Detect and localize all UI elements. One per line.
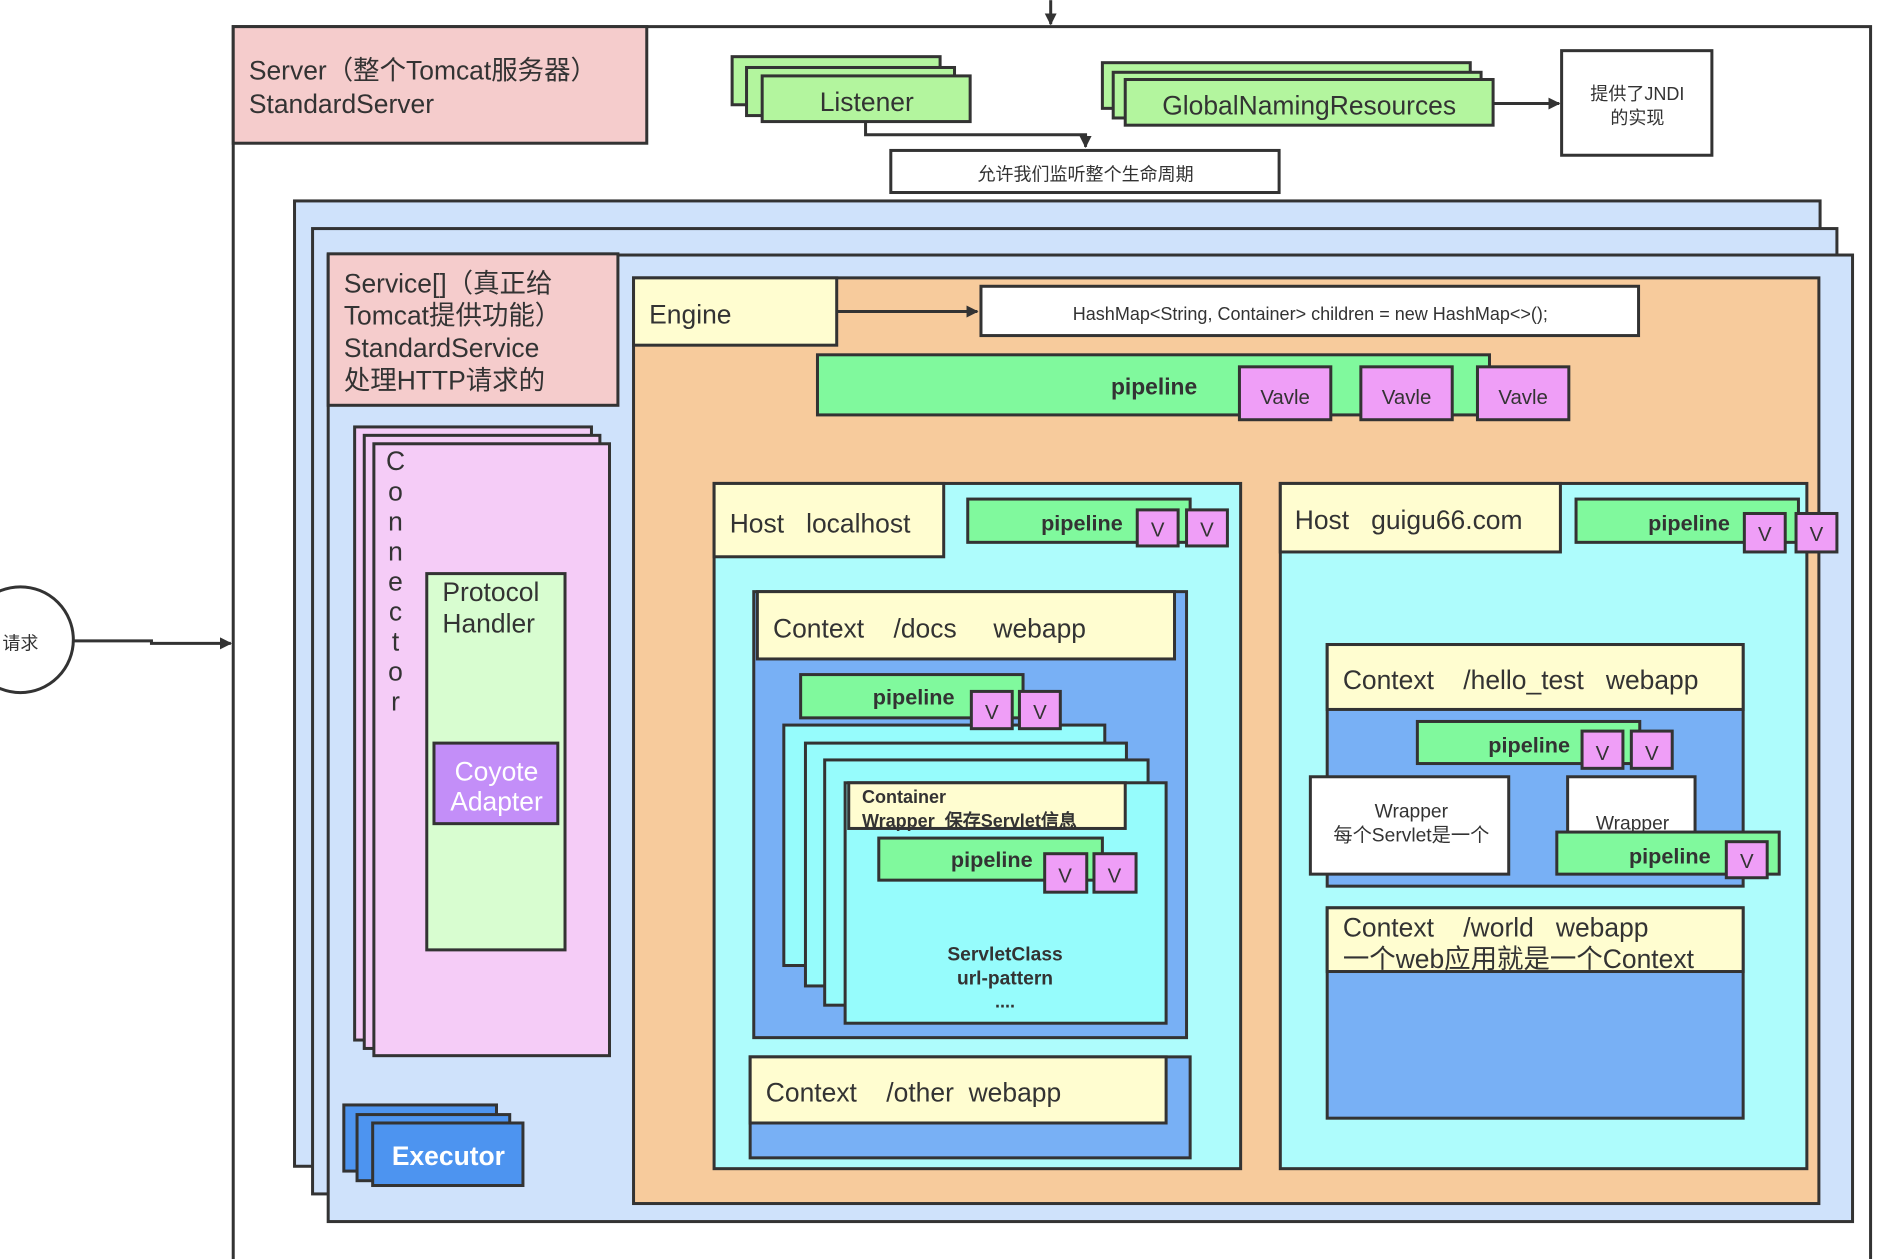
executor-stack: Executor	[342, 1103, 525, 1188]
connector-letter: c	[389, 596, 402, 626]
global-naming-resources-stack: GlobalNamingResources	[1100, 61, 1495, 127]
context-hello-label: Context /hello_test webapp	[1325, 643, 1745, 711]
valve: Vavle	[1260, 387, 1310, 409]
connector-letter: t	[392, 627, 400, 657]
svg-text:Context /hello_test webap: Context /hello_test webapp	[1343, 665, 1699, 695]
svg-text:Handler: Handler	[442, 609, 535, 639]
svg-text:Adapter: Adapter	[450, 786, 543, 816]
connector-letter: n	[388, 506, 403, 536]
svg-text:Wrapper 保存Servlet信息: Wrapper 保存Servlet信息	[862, 810, 1077, 831]
global-naming-label: GlobalNamingResources	[1162, 90, 1456, 120]
connector-letter: C	[386, 446, 405, 476]
svg-text:Engine: Engine	[649, 300, 731, 330]
svg-text:V: V	[1810, 524, 1824, 546]
server-line1: Server（整个Tomcat服务器）	[249, 56, 597, 86]
svg-text:HashMap<String, Container> chi: HashMap<String, Container> children = ne…	[1073, 304, 1548, 324]
svg-text:V: V	[985, 702, 999, 724]
svg-text:的实现: 的实现	[1610, 108, 1664, 128]
svg-text:Coyote: Coyote	[455, 756, 539, 786]
server-line2: StandardServer	[249, 89, 434, 119]
svg-text:....: ....	[995, 992, 1015, 1012]
lifecycle-note: 允许我们监听整个生命周期	[889, 148, 1281, 195]
context-other-label: Context /other webapp	[748, 1055, 1168, 1125]
context-world-label: Context /world webapp 一个web应用就是一个Context	[1325, 906, 1745, 974]
request-arrow	[72, 637, 233, 650]
host-guigu-label: Host guigu66.com	[1278, 481, 1562, 554]
engine-label: Engine	[632, 276, 839, 347]
svg-text:Container: Container	[862, 787, 946, 807]
svg-text:V: V	[1108, 866, 1122, 888]
request-label: 请求	[2, 633, 38, 653]
connector-letter: o	[388, 657, 403, 687]
svg-text:pipeline: pipeline	[1488, 733, 1570, 758]
valve: Vavle	[1382, 387, 1432, 409]
context-hello-pipeline: pipeline V V	[1415, 719, 1674, 770]
svg-text:Host localhost: Host localhost	[730, 509, 911, 539]
tomcat-architecture-diagram: 请求 Server（整个Tomcat服务器） StandardServer Li…	[0, 0, 1873, 1259]
connector-letter: e	[388, 566, 403, 596]
listener-stack: Listener	[730, 55, 972, 124]
svg-text:V: V	[1596, 743, 1610, 765]
svg-text:pipeline: pipeline	[873, 685, 955, 710]
svg-text:V: V	[1151, 519, 1165, 541]
svg-text:V: V	[1033, 702, 1047, 724]
svg-text:V: V	[1200, 519, 1214, 541]
svg-text:Host guigu66.com: Host guigu66.com	[1295, 505, 1523, 535]
valve: Vavle	[1498, 387, 1548, 409]
svg-text:StandardService: StandardService	[344, 333, 539, 363]
svg-text:Protocol: Protocol	[442, 577, 539, 607]
server-label: Server（整个Tomcat服务器） StandardServer	[231, 25, 649, 145]
svg-text:pipeline: pipeline	[1041, 510, 1123, 535]
svg-text:一个web应用就是一个Context: 一个web应用就是一个Context	[1343, 944, 1695, 974]
wrapper-box-1: Wrapper 每个Servlet是一个	[1308, 775, 1511, 876]
service-label: Service[]（真正给 Tomcat提供功能） StandardServic…	[326, 252, 620, 407]
children-note: HashMap<String, Container> children = ne…	[979, 284, 1641, 338]
jndi-note: 提供了JNDI 的实现	[1560, 49, 1714, 157]
svg-text:Context /other webapp: Context /other webapp	[766, 1077, 1061, 1107]
svg-text:pipeline: pipeline	[1648, 510, 1730, 535]
connector-letter: o	[388, 476, 403, 506]
svg-text:url-pattern: url-pattern	[957, 969, 1053, 990]
svg-text:pipeline: pipeline	[1111, 373, 1197, 399]
svg-text:每个Servlet是一个: 每个Servlet是一个	[1333, 825, 1489, 847]
svg-text:Wrapper: Wrapper	[1375, 802, 1449, 823]
svg-text:V: V	[1740, 851, 1754, 873]
svg-text:提供了JNDI: 提供了JNDI	[1590, 84, 1684, 104]
engine-valves: Vavle Vavle Vavle	[1237, 365, 1571, 422]
svg-text:Service[]（真正给: Service[]（真正给	[344, 268, 553, 298]
context-docs-label: Context /docs webapp	[755, 590, 1177, 661]
connector-letter: r	[391, 687, 400, 717]
svg-text:pipeline: pipeline	[951, 847, 1033, 872]
listener-label: Listener	[820, 87, 914, 117]
svg-text:Context /world webapp: Context /world webapp	[1343, 913, 1649, 943]
svg-text:V: V	[1645, 743, 1659, 765]
svg-text:Executor: Executor	[392, 1141, 505, 1171]
svg-text:处理HTTP请求的: 处理HTTP请求的	[344, 366, 545, 396]
connector-label: Connector	[386, 446, 405, 716]
svg-text:V: V	[1058, 866, 1072, 888]
svg-text:V: V	[1758, 524, 1772, 546]
host-localhost-pipeline: pipeline V V	[966, 497, 1229, 548]
svg-text:ServletClass: ServletClass	[947, 945, 1062, 966]
connector-letter: n	[388, 536, 403, 566]
svg-text:Context /docs webapp: Context /docs webapp	[773, 613, 1086, 643]
wrapper-label: Container Wrapper 保存Servlet信息	[847, 781, 1127, 831]
svg-text:pipeline: pipeline	[1629, 843, 1711, 868]
host-localhost-label: Host localhost	[712, 481, 946, 559]
request-node: 请求	[0, 585, 75, 695]
svg-text:Tomcat提供功能）: Tomcat提供功能）	[344, 301, 561, 331]
coyote-adapter: Coyote Adapter	[432, 741, 560, 826]
svg-text:允许我们监听整个生命周期: 允许我们监听整个生命周期	[977, 164, 1193, 184]
